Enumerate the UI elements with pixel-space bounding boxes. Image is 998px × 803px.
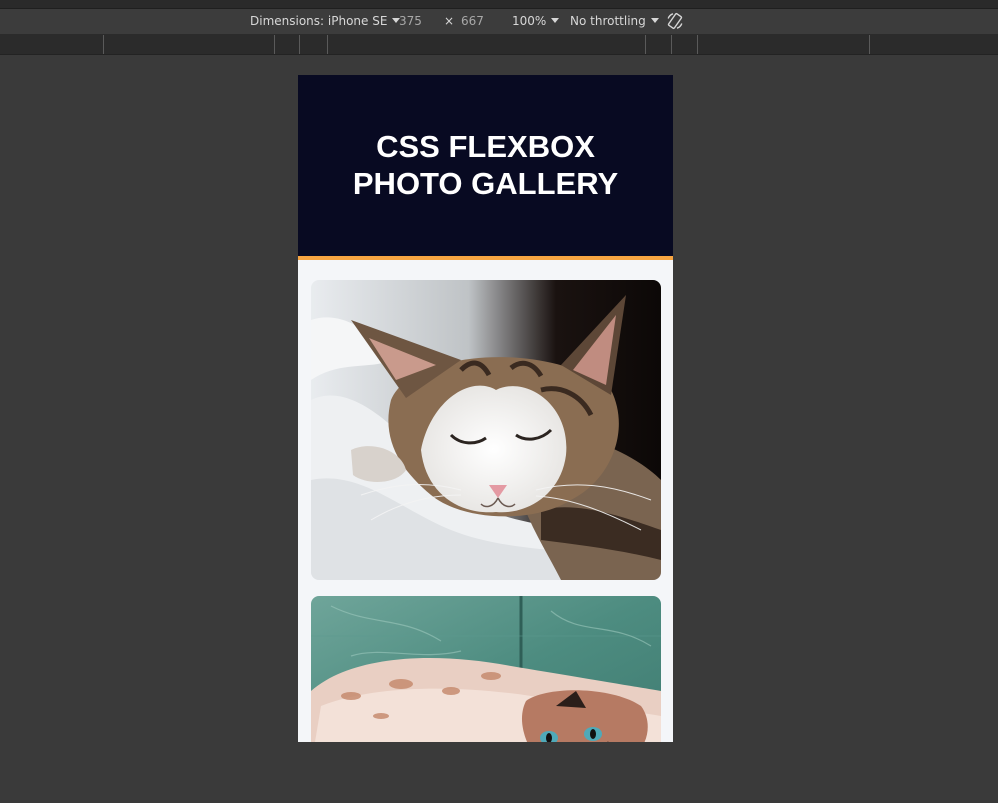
ruler-tick[interactable]	[299, 35, 300, 54]
page-header: CSS FLEXBOX PHOTO GALLERY	[298, 75, 673, 260]
times-symbol: ×	[444, 14, 455, 28]
responsive-toolbar: Dimensions: iPhone SE 375 × 667 100% No …	[0, 9, 998, 35]
page-title-line1: CSS FLEXBOX	[376, 129, 595, 164]
chevron-down-icon	[650, 18, 659, 23]
ruler-tick[interactable]	[327, 35, 328, 54]
ruler-tick[interactable]	[274, 35, 275, 54]
ruler-tick[interactable]	[645, 35, 646, 54]
dimensions-dropdown[interactable]: Dimensions: iPhone SE	[250, 9, 401, 34]
dimensions-label: Dimensions: iPhone SE	[250, 14, 388, 28]
ruler-tick[interactable]	[103, 35, 104, 54]
rotate-device-icon[interactable]	[665, 11, 685, 31]
gallery-photo-sleeping-cat	[311, 280, 661, 580]
ruler-tick[interactable]	[671, 35, 672, 54]
page-title-line2: PHOTO GALLERY	[352, 166, 619, 201]
page-title: CSS FLEXBOX PHOTO GALLERY	[298, 128, 673, 202]
chevron-down-icon	[551, 18, 560, 23]
gallery-photo-cat-on-back	[311, 596, 661, 742]
ruler-tick[interactable]	[697, 35, 698, 54]
throttling-dropdown[interactable]: No throttling	[570, 9, 659, 34]
throttling-label: No throttling	[570, 14, 646, 28]
width-input[interactable]: 375	[399, 9, 422, 34]
ruler-tick[interactable]	[869, 35, 870, 54]
zoom-label: 100%	[512, 14, 547, 28]
media-query-ruler	[0, 35, 998, 55]
device-viewport: CSS FLEXBOX PHOTO GALLERY	[298, 75, 673, 742]
zoom-dropdown[interactable]: 100%	[512, 9, 560, 34]
window-top-strip	[0, 0, 998, 9]
height-input[interactable]: 667	[461, 9, 484, 34]
